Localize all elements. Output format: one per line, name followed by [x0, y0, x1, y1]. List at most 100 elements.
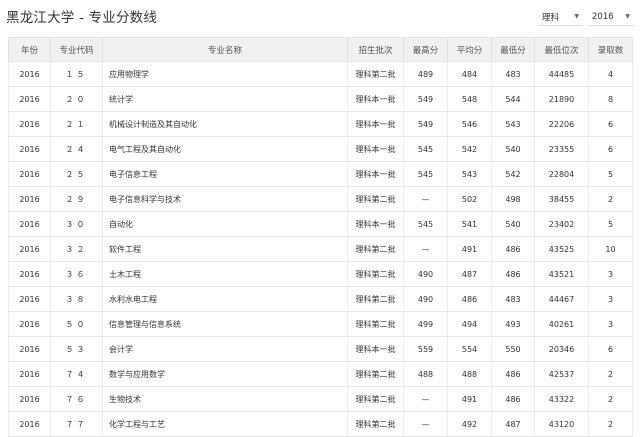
major-code-cell: ３０: [50, 211, 103, 237]
chevron-down-icon: ▼: [574, 13, 579, 20]
type-select-value: 理科: [542, 12, 560, 23]
avg-score-cell: 491: [447, 236, 492, 262]
major-name-cell: 软件工程: [102, 236, 348, 262]
year-cell: 2016: [8, 61, 51, 87]
min-rank-cell: 43521: [534, 261, 589, 287]
min-rank-cell: 43322: [534, 386, 589, 412]
table-row: 2016 ７６ 生物技术 理科第二批 —491 486 43322 2: [8, 386, 633, 412]
min-score-cell: 540: [491, 136, 535, 162]
max-score-cell: 489: [403, 61, 448, 87]
type-select[interactable]: 理科 ▼: [538, 8, 583, 26]
avg-score-cell: 502: [447, 186, 492, 212]
min-score-cell: 542: [491, 161, 535, 187]
batch-cell: 理科本一批: [347, 161, 404, 187]
min-score-cell: 544: [491, 86, 535, 112]
year-cell: 2016: [8, 286, 51, 312]
year-cell: 2016: [8, 411, 51, 437]
admitted-cell: 3: [588, 286, 633, 312]
max-score-cell: —: [403, 186, 448, 212]
major-name-cell: 水利水电工程: [102, 286, 348, 312]
major-code-cell: ２４: [50, 136, 103, 162]
batch-cell: 理科本一批: [347, 336, 404, 362]
table-row: 2016 ２１ 机械设计制造及其自动化 理科本一批 549 546 543 22206 6: [8, 111, 633, 137]
batch-cell: 理科第二批: [347, 61, 404, 87]
max-score-cell: 549: [403, 86, 448, 112]
col-year: 年份: [8, 37, 51, 62]
batch-cell: 理科第二批: [347, 261, 404, 287]
major-name-cell: 会计学: [102, 336, 348, 362]
major-name-cell: 数学与应用数学: [102, 361, 348, 387]
max-score-cell: —: [403, 386, 448, 412]
batch-cell: 理科第二批: [347, 411, 404, 437]
min-rank-cell: 23402: [534, 211, 589, 237]
batch-cell: 理科本一批: [347, 211, 404, 237]
avg-score-cell: 541: [447, 211, 492, 237]
min-rank-cell: 23355: [534, 136, 589, 162]
min-rank-cell: 22206: [534, 111, 589, 137]
admitted-cell: 5: [588, 211, 633, 237]
major-code-cell: ２１: [50, 111, 103, 137]
major-name-cell: 信息管理与信息系统: [102, 311, 348, 337]
major-code-cell: ２０: [50, 86, 103, 112]
table-row: 2016 ５３ 会计学 理科本一批 559 554 550 20346 6: [8, 336, 633, 362]
table-row: 2016 １５ 应用物理学 理科第二批 489 484 483 44485 4: [8, 61, 633, 87]
major-code-cell: ２５: [50, 161, 103, 187]
max-score-cell: —: [403, 411, 448, 437]
avg-score-cell: 494: [447, 311, 492, 337]
table-row: 2016 ３０ 自动化 理科本一批 545 541 540 23402 5: [8, 211, 633, 237]
year-cell: 2016: [8, 336, 51, 362]
admitted-cell: 3: [588, 261, 633, 287]
col-major-name: 专业名称: [102, 37, 348, 62]
min-score-cell: 540: [491, 211, 535, 237]
major-code-cell: ３２: [50, 236, 103, 262]
year-select[interactable]: 2016 ▼: [588, 8, 634, 26]
year-cell: 2016: [8, 186, 51, 212]
avg-score-cell: 542: [447, 136, 492, 162]
table-row: 2016 ７７ 化学工程与工艺 理科第二批 —492 487 43120 2: [8, 411, 633, 437]
avg-score-cell: 484: [447, 61, 492, 87]
major-code-cell: ７４: [50, 361, 103, 387]
year-cell: 2016: [8, 211, 51, 237]
avg-score-cell: 543: [447, 161, 492, 187]
chevron-down-icon: ▼: [625, 13, 630, 20]
min-score-cell: 493: [491, 311, 535, 337]
avg-score-cell: 492: [447, 411, 492, 437]
major-name-cell: 化学工程与工艺: [102, 411, 348, 437]
min-rank-cell: 44467: [534, 286, 589, 312]
min-rank-cell: 43120: [534, 411, 589, 437]
year-cell: 2016: [8, 236, 51, 262]
admitted-cell: 5: [588, 161, 633, 187]
table-body: 2016 １５ 应用物理学 理科第二批 489 484 483 44485 4 2016 ２０ 统计学…: [8, 61, 633, 437]
major-code-cell: ３６: [50, 261, 103, 287]
min-score-cell: 483: [491, 61, 535, 87]
col-batch: 招生批次: [347, 37, 404, 62]
admitted-cell: 2: [588, 386, 633, 412]
max-score-cell: 499: [403, 311, 448, 337]
min-score-cell: 486: [491, 386, 535, 412]
admitted-cell: 6: [588, 136, 633, 162]
major-code-cell: ７７: [50, 411, 103, 437]
table-row: 2016 ７４ 数学与应用数学 理科第二批 488 488 486 42537 2: [8, 361, 633, 387]
page-header: 黑龙江大学 - 专业分数线 理科 ▼ 2016 ▼: [0, 0, 640, 38]
min-rank-cell: 44485: [534, 61, 589, 87]
batch-cell: 理科第二批: [347, 186, 404, 212]
batch-cell: 理科第二批: [347, 311, 404, 337]
avg-score-cell: 554: [447, 336, 492, 362]
major-code-cell: ３８: [50, 286, 103, 312]
admitted-cell: 2: [588, 361, 633, 387]
min-rank-cell: 22804: [534, 161, 589, 187]
major-name-cell: 生物技术: [102, 386, 348, 412]
min-rank-cell: 20346: [534, 336, 589, 362]
admitted-cell: 8: [588, 86, 633, 112]
batch-cell: 理科第二批: [347, 236, 404, 262]
avg-score-cell: 491: [447, 386, 492, 412]
avg-score-cell: 486: [447, 286, 492, 312]
max-score-cell: 559: [403, 336, 448, 362]
major-name-cell: 自动化: [102, 211, 348, 237]
year-cell: 2016: [8, 161, 51, 187]
min-rank-cell: 21890: [534, 86, 589, 112]
year-cell: 2016: [8, 311, 51, 337]
major-name-cell: 电子信息科学与技术: [102, 186, 348, 212]
major-code-cell: ２９: [50, 186, 103, 212]
major-code-cell: ５０: [50, 311, 103, 337]
